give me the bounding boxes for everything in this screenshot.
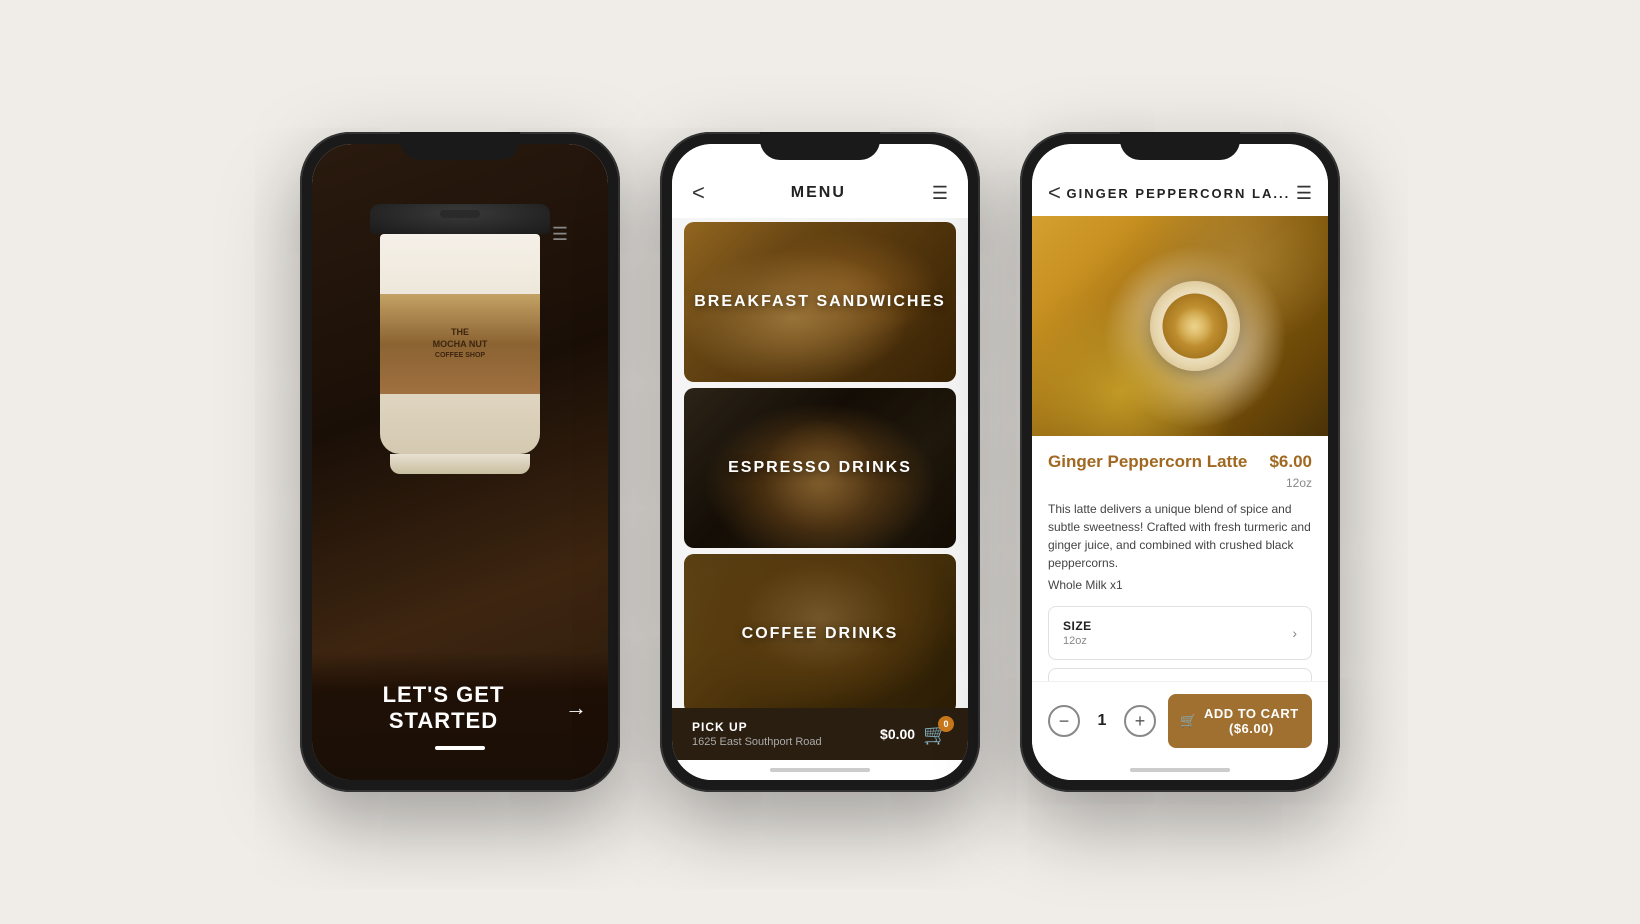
brand-sub: COFFEE SHOP	[433, 352, 488, 360]
product-back-button[interactable]: <	[1048, 180, 1061, 206]
home-indicator	[435, 746, 485, 750]
pickup-label: PICK UP	[692, 720, 822, 734]
menu-item-breakfast[interactable]: BREAKFAST SANDWICHES	[684, 222, 956, 382]
size-chevron-icon: ›	[1292, 625, 1297, 641]
phone3-inner: < GINGER PEPPERCORN LA... ☰	[1032, 144, 1328, 780]
quantity-decrease-button[interactable]: −	[1048, 705, 1080, 737]
cart-badge: 0	[938, 716, 954, 732]
size-option-value: 12oz	[1063, 635, 1092, 647]
phone2-inner: < MENU ☰ BREAKFAST SANDWICHES	[672, 144, 968, 780]
get-started-button[interactable]: LET'S GET STARTED →	[332, 682, 588, 734]
cup-lid	[370, 204, 550, 234]
welcome-menu-icon[interactable]: ☰	[552, 224, 568, 245]
size-option-content: SIZE 12oz	[1063, 619, 1092, 647]
welcome-footer: LET'S GET STARTED →	[312, 652, 608, 780]
cart-total-section[interactable]: $0.00 🛒 0	[880, 722, 948, 747]
product-content: Ginger Peppercorn Latte $6.00 12oz This …	[1032, 436, 1328, 681]
quantity-increase-button[interactable]: +	[1124, 705, 1156, 737]
cart-button-label: ADD TO CART ($6.00)	[1203, 706, 1300, 736]
latte-art	[1175, 306, 1215, 346]
product-modifier: Whole Milk x1	[1048, 578, 1312, 592]
home-bar-2	[770, 768, 870, 772]
product-description: This latte delivers a unique blend of sp…	[1048, 500, 1312, 572]
phones-container: ☰ THEMOCHA NUT COFFEE SHOP	[260, 92, 1380, 832]
welcome-screen: ☰ THEMOCHA NUT COFFEE SHOP	[312, 144, 608, 780]
size-option-title: SIZE	[1063, 619, 1092, 633]
product-menu-icon[interactable]: ☰	[1296, 183, 1312, 204]
menu-item-espresso[interactable]: ESPRESSO DRINKS	[684, 388, 956, 548]
pickup-info: PICK UP 1625 East Southport Road	[692, 720, 822, 748]
phone1-inner: ☰ THEMOCHA NUT COFFEE SHOP	[312, 144, 608, 780]
product-header-title: GINGER PEPPERCORN LA...	[1067, 186, 1291, 201]
quantity-value: 1	[1092, 712, 1112, 730]
cup-sleeve: THEMOCHA NUT COFFEE SHOP	[380, 294, 540, 394]
latte-surface	[1162, 294, 1227, 359]
cart-icon-wrap: 🛒 0	[923, 722, 948, 747]
menu-back-button[interactable]: <	[692, 180, 705, 206]
brand-logo: THEMOCHA NUT COFFEE SHOP	[433, 327, 488, 361]
phone-welcome: ☰ THEMOCHA NUT COFFEE SHOP	[300, 132, 620, 792]
cart-button-icon: 🛒	[1180, 713, 1197, 729]
cup-base	[390, 454, 530, 474]
cta-arrow-icon: →	[565, 695, 588, 721]
product-price: $6.00	[1269, 452, 1312, 472]
cta-label: LET'S GET STARTED	[332, 682, 555, 734]
menu-footer: PICK UP 1625 East Southport Road $0.00 🛒…	[672, 708, 968, 760]
notch-3	[1120, 132, 1240, 160]
product-size-label: 12oz	[1048, 476, 1312, 490]
product-hero-image	[1032, 216, 1328, 436]
home-bar-3	[1130, 768, 1230, 772]
coffee-overlay: COFFEE DRINKS	[684, 554, 956, 708]
coffee-cup-illustration: THEMOCHA NUT COFFEE SHOP	[340, 204, 580, 604]
brand-name: THEMOCHA NUT	[433, 327, 488, 350]
cart-total-value: $0.00	[880, 726, 915, 742]
coffee-drinks-label: COFFEE DRINKS	[742, 625, 899, 643]
size-option-row[interactable]: SIZE 12oz ›	[1048, 606, 1312, 660]
phone2-home-indicator	[672, 760, 968, 780]
espresso-label: ESPRESSO DRINKS	[728, 459, 912, 477]
phone3-home-indicator	[1032, 760, 1328, 780]
menu-item-coffee[interactable]: COFFEE DRINKS	[684, 554, 956, 708]
breakfast-overlay: BREAKFAST SANDWICHES	[684, 222, 956, 382]
add-to-cart-button[interactable]: 🛒 ADD TO CART ($6.00)	[1168, 694, 1312, 748]
cup-body: THEMOCHA NUT COFFEE SHOP	[380, 234, 540, 454]
menu-items-list: BREAKFAST SANDWICHES ESPRESSO DRINKS	[672, 218, 968, 708]
menu-title: MENU	[791, 184, 846, 202]
product-name: Ginger Peppercorn Latte	[1048, 452, 1247, 472]
phone-menu: < MENU ☰ BREAKFAST SANDWICHES	[660, 132, 980, 792]
phone-product: < GINGER PEPPERCORN LA... ☰	[1020, 132, 1340, 792]
notch-2	[760, 132, 880, 160]
pickup-address: 1625 East Southport Road	[692, 736, 822, 748]
latte-cup-circle	[1150, 281, 1240, 371]
breakfast-label: BREAKFAST SANDWICHES	[694, 293, 946, 311]
espresso-overlay: ESPRESSO DRINKS	[684, 388, 956, 548]
menu-hamburger-icon[interactable]: ☰	[932, 183, 948, 204]
product-footer: − 1 + 🛒 ADD TO CART ($6.00)	[1032, 681, 1328, 760]
notch-1	[400, 132, 520, 160]
product-name-row: Ginger Peppercorn Latte $6.00	[1048, 452, 1312, 472]
hoticed-option-row[interactable]: Hot/Iced Please select at least 1 option…	[1048, 668, 1312, 681]
